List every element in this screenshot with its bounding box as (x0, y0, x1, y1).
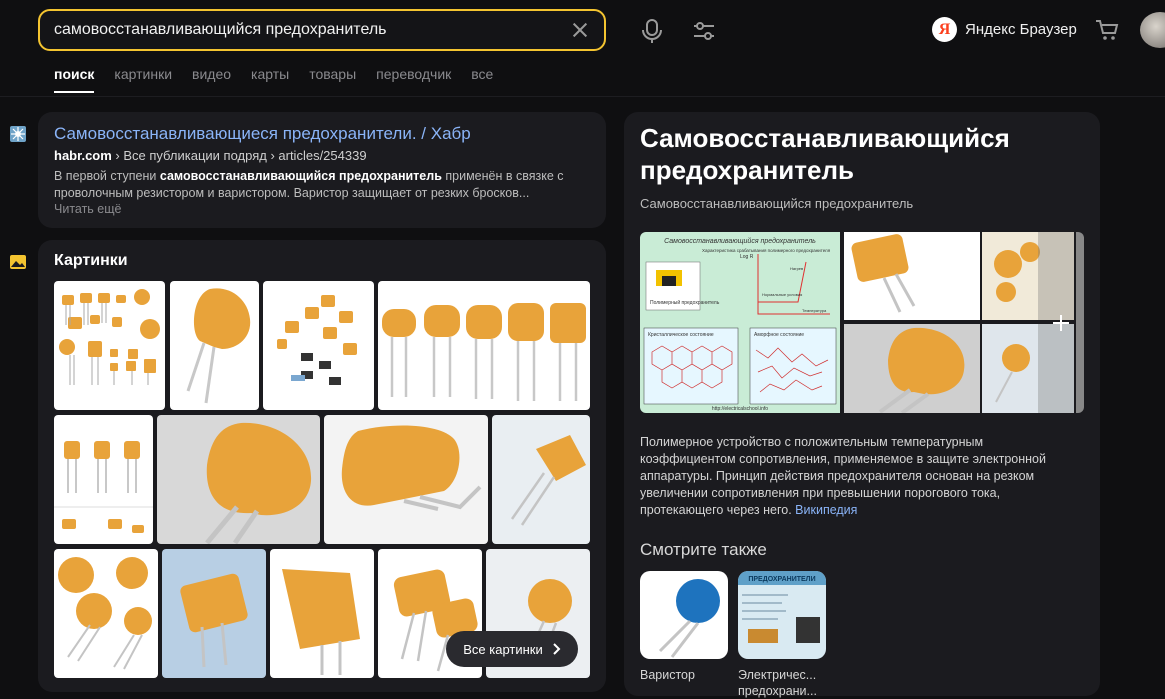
snippet-highlight: самовосстанавливающийся предохранитель (159, 169, 442, 183)
tab-search[interactable]: поиск (54, 66, 95, 93)
fuse-photo (54, 441, 153, 533)
see-also-thumbnail: ПРЕДОХРАНИТЕЛИ (738, 571, 826, 659)
diagram-label: Log R (740, 254, 754, 260)
expand-plus-icon[interactable] (1052, 314, 1070, 332)
result-title[interactable]: Самовосстанавливающиеся предохранители. (54, 124, 417, 143)
user-avatar[interactable] (1140, 12, 1165, 48)
diagram-label: Полимерный предохранитель (650, 299, 720, 306)
fuse-photo (994, 232, 1074, 320)
image-thumbnail[interactable] (157, 415, 320, 544)
image-thumbnail[interactable] (263, 281, 374, 410)
fuse-photo (341, 425, 482, 511)
see-also-heading: Смотрите также (640, 540, 767, 559)
fuse-photo (186, 288, 251, 404)
image-thumbnail[interactable] (492, 415, 590, 544)
diagram-label: Нагрев (790, 266, 803, 271)
fuse-photo (995, 324, 1074, 413)
panel-title: Самовосстанавливающийся предохранитель (640, 123, 1010, 185)
diagram-label: Температура (802, 308, 827, 313)
tab-maps[interactable]: карты (251, 66, 289, 93)
varistor-photo (658, 579, 720, 658)
fuse-photo (851, 234, 916, 313)
tab-images[interactable]: картинки (114, 66, 172, 93)
read-more-link[interactable]: Читать ещё (54, 202, 590, 216)
image-thumbnail[interactable] (170, 281, 259, 410)
gallery-image[interactable] (844, 324, 980, 413)
gallery-image[interactable] (844, 232, 980, 320)
microphone-icon[interactable] (640, 18, 664, 44)
diagram-label: Нормальные условия (762, 292, 802, 297)
result-source[interactable]: / Хабр (421, 124, 470, 143)
yandex-browser-link[interactable]: Я Яндекс Браузер (932, 17, 1077, 42)
fuses-article-photo: ПРЕДОХРАНИТЕЛИ (738, 571, 826, 643)
chevron-right-icon (553, 643, 561, 655)
gallery-image[interactable] (1076, 232, 1084, 413)
breadcrumb[interactable]: habr.com › Все публикации подряд › artic… (54, 148, 590, 163)
fuse-photo (205, 422, 312, 544)
habr-favicon-icon (10, 126, 26, 142)
all-images-label: Все картинки (463, 641, 543, 657)
result-path: › Все публикации подряд › articles/25433… (115, 148, 367, 163)
diagram-label: Кристаллическое состояние (648, 332, 714, 338)
tab-products[interactable]: товары (309, 66, 356, 93)
tab-translator[interactable]: переводчик (376, 66, 451, 93)
search-tabs: поиск картинки видео карты товары перево… (54, 66, 493, 93)
top-bar: Я Яндекс Браузер поиск картинки видео ка… (0, 0, 1165, 97)
fuse-photo (282, 569, 360, 675)
search-result-habr: Самовосстанавливающиеся предохранители. … (38, 112, 606, 228)
image-thumbnail[interactable] (54, 415, 153, 544)
diagram-label: Аморфное состояние (754, 332, 804, 338)
gallery-image[interactable] (982, 324, 1074, 413)
filters-icon[interactable] (692, 19, 716, 43)
result-title-link[interactable]: Самовосстанавливающиеся предохранители. … (54, 124, 590, 144)
thumb-heading: ПРЕДОХРАНИТЕЛИ (748, 576, 815, 583)
see-also-label: Варистор (640, 668, 695, 682)
fuse-photo (277, 295, 357, 385)
fuse-photo (382, 303, 586, 401)
image-thumbnail[interactable] (378, 281, 590, 410)
snippet-text: В первой ступени (54, 169, 160, 183)
fuse-photo (510, 435, 586, 526)
images-heading[interactable]: Картинки (54, 252, 590, 270)
image-thumbnail[interactable] (270, 549, 374, 678)
tab-all[interactable]: все (471, 66, 493, 93)
see-also-thumbnail (640, 571, 728, 659)
browser-label: Яндекс Браузер (965, 21, 1077, 38)
diagram-title: Самовосстанавливающийся предохранитель (664, 237, 816, 245)
result-snippet: В первой ступени самовосстанавливающийся… (54, 168, 590, 202)
clear-icon[interactable] (570, 20, 590, 40)
result-domain[interactable]: habr.com (54, 148, 112, 163)
fuse-photo (59, 289, 160, 385)
fuse-photo (180, 573, 248, 668)
image-thumbnail[interactable] (324, 415, 488, 544)
all-images-button[interactable]: Все картинки (446, 631, 578, 667)
see-also-label: Электричес... предохрани... (738, 668, 817, 698)
gallery-image[interactable] (982, 232, 1074, 320)
tab-video[interactable]: видео (192, 66, 231, 93)
fuse-diagram: Самовосстанавливающийся предохранитель П… (643, 237, 837, 412)
see-also-item[interactable]: ПРЕДОХРАНИТЕЛИ Электричес... предохрани.… (738, 571, 826, 699)
diagram-label: Характеристика срабатывания полимерного … (702, 248, 831, 253)
fuse-photo (58, 557, 152, 670)
fuse-photo (878, 327, 965, 413)
image-thumbnail[interactable] (54, 549, 158, 678)
cart-icon[interactable] (1095, 18, 1119, 42)
diagram-label: http://electricalschool.info (712, 406, 768, 412)
wikipedia-link[interactable]: Википедия (795, 503, 857, 517)
panel-description: Полимерное устройство с положительным те… (640, 434, 1070, 519)
image-thumbnail[interactable] (54, 281, 165, 410)
yandex-logo-icon: Я (932, 17, 957, 42)
images-section-icon (10, 255, 26, 269)
see-also-item[interactable]: Варистор (640, 571, 728, 683)
image-thumbnail[interactable] (162, 549, 266, 678)
search-input[interactable] (54, 21, 570, 39)
search-box[interactable] (38, 9, 606, 51)
diagram-image[interactable]: Самовосстанавливающийся предохранитель П… (640, 232, 840, 413)
panel-subtitle: Самовосстанавливающийся предохранитель (640, 196, 914, 211)
